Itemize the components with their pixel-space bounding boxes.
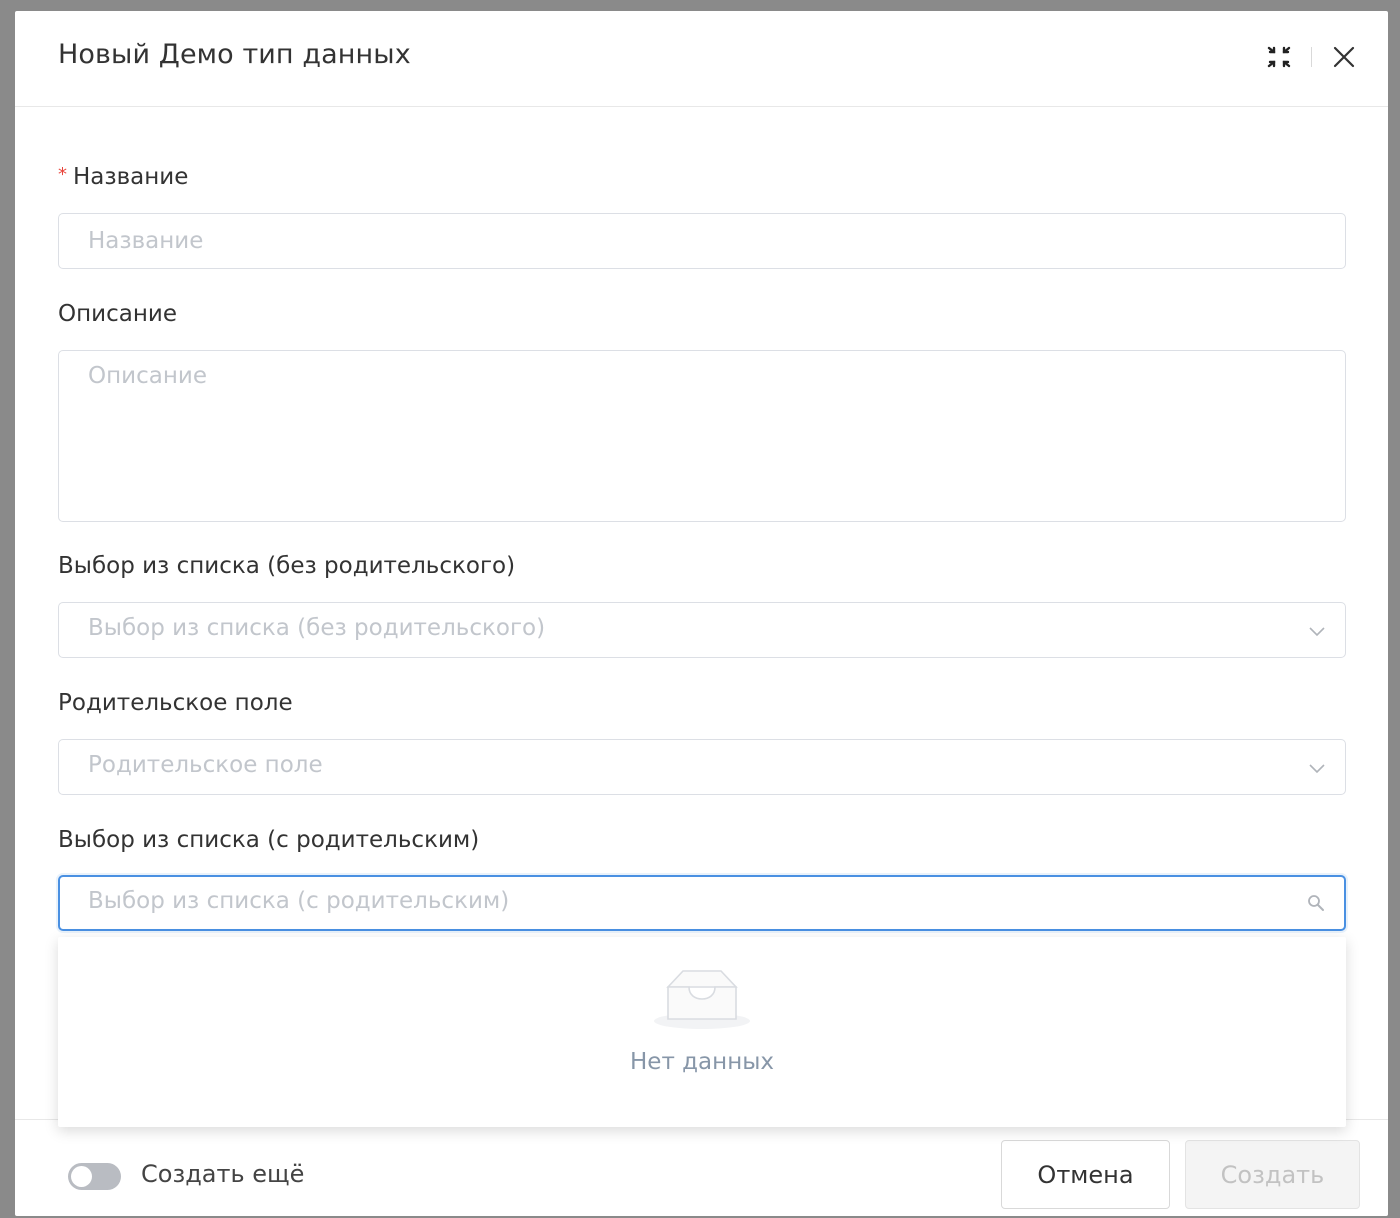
list-with-parent-label: Выбор из списка (с родительским): [58, 827, 480, 853]
list-no-parent-select[interactable]: Выбор из списка (без родительского): [58, 602, 1346, 658]
select-placeholder: Выбор из списка (без родительского): [88, 615, 546, 641]
parent-field-label: Родительское поле: [58, 690, 293, 716]
empty-text: Нет данных: [630, 1049, 774, 1075]
parent-field-select[interactable]: Родительское поле: [58, 739, 1346, 795]
chevron-down-icon: [1309, 627, 1325, 637]
list-no-parent-label: Выбор из списка (без родительского): [58, 553, 516, 579]
name-label: * Название: [58, 164, 188, 190]
collapse-icon: [1267, 46, 1291, 68]
description-label: Описание: [58, 301, 177, 327]
header-divider: [1311, 47, 1312, 67]
create-more-label: Создать ещё: [141, 1160, 305, 1188]
description-textarea[interactable]: [58, 350, 1346, 522]
search-icon: [1308, 895, 1324, 911]
select-dropdown: Нет данных: [58, 937, 1346, 1127]
close-icon: [1333, 46, 1355, 68]
modal-footer: Создать ещё Отмена Создать: [15, 1119, 1388, 1216]
required-mark: *: [58, 164, 67, 185]
chevron-down-icon: [1309, 764, 1325, 774]
name-label-text: Название: [73, 164, 189, 190]
list-with-parent-select[interactable]: Выбор из списка (с родительским): [58, 875, 1346, 931]
create-more-toggle[interactable]: [68, 1163, 121, 1190]
select-placeholder: Выбор из списка (с родительским): [88, 888, 510, 914]
create-button[interactable]: Создать: [1185, 1140, 1360, 1209]
create-data-type-modal: Новый Демо тип данных * Название Названи…: [15, 11, 1388, 1216]
modal-title: Новый Демо тип данных: [58, 39, 411, 70]
header-actions: [1259, 37, 1364, 77]
close-button[interactable]: [1324, 37, 1364, 77]
empty-inbox-icon: [654, 970, 750, 1029]
name-input[interactable]: [58, 213, 1346, 269]
cancel-button[interactable]: Отмена: [1001, 1140, 1170, 1209]
toggle-knob: [71, 1166, 92, 1187]
select-placeholder: Родительское поле: [88, 752, 323, 778]
collapse-button[interactable]: [1259, 37, 1299, 77]
modal-header: Новый Демо тип данных: [15, 11, 1388, 107]
